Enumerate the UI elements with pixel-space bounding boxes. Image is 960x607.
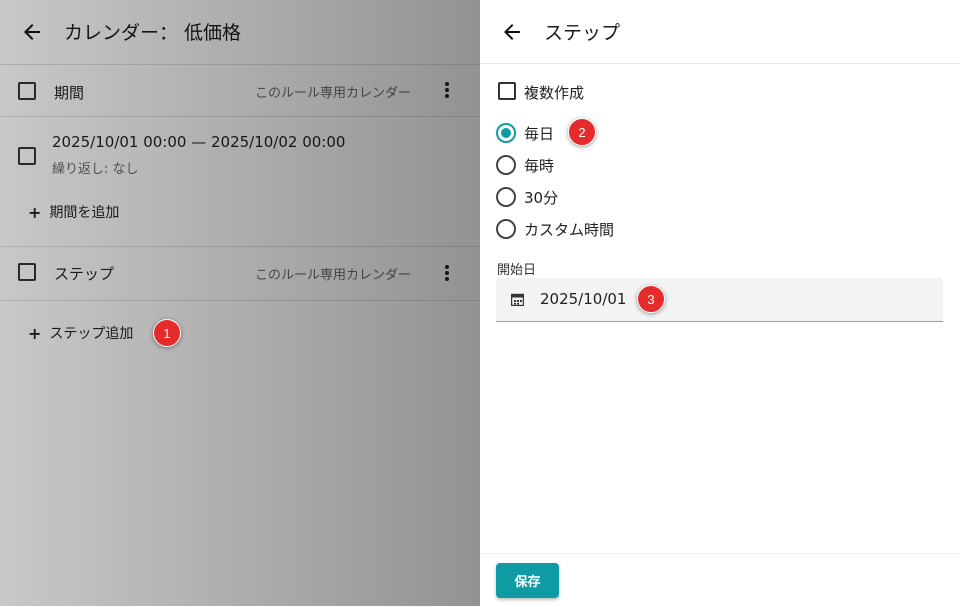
step-section-row: ステップ このルール専用カレンダー bbox=[0, 246, 480, 301]
add-period-link[interactable]: + 期間を追加 bbox=[28, 202, 119, 222]
radio-daily[interactable] bbox=[496, 123, 516, 143]
radio-hourly[interactable] bbox=[496, 155, 516, 175]
step-more-icon[interactable] bbox=[444, 264, 450, 282]
step-section-label: ステップ bbox=[54, 265, 115, 283]
period-entry-repeat: 繰り返し: なし bbox=[52, 162, 139, 177]
multi-create-label: 複数作成 bbox=[524, 84, 585, 102]
period-entry-checkbox[interactable] bbox=[18, 147, 36, 165]
period-scope-label: このルール専用カレンダー bbox=[255, 86, 412, 101]
radio-30min-label: 30分 bbox=[524, 189, 559, 207]
start-date-label: 開始日 bbox=[497, 263, 537, 278]
drawer-title: ステップ bbox=[544, 22, 621, 44]
add-period-label: 期間を追加 bbox=[49, 205, 120, 221]
plus-icon: + bbox=[28, 202, 42, 222]
annotation-badge-2: 2 bbox=[568, 118, 596, 146]
start-date-value: 2025/10/01 bbox=[540, 290, 627, 308]
period-section-row: 期間 このルール専用カレンダー bbox=[0, 65, 480, 117]
radio-custom-time-label: カスタム時間 bbox=[524, 221, 615, 239]
save-button[interactable]: 保存 bbox=[496, 563, 559, 598]
annotation-badge-1: 1 bbox=[153, 319, 181, 347]
back-arrow-icon[interactable] bbox=[20, 20, 44, 44]
period-more-icon[interactable] bbox=[444, 81, 450, 99]
add-step-label: ステップ追加 bbox=[49, 326, 134, 342]
back-arrow-icon[interactable] bbox=[500, 20, 524, 44]
step-drawer-header: ステップ bbox=[480, 0, 960, 64]
add-step-link[interactable]: + ステップ追加 bbox=[28, 323, 133, 343]
drawer-footer: 保存 bbox=[480, 553, 960, 607]
calendar-header: カレンダー： 低価格 bbox=[0, 0, 480, 65]
step-drawer: ステップ 複数作成 毎日 2 毎時 30分 カスタム時間 開始日 2025/10… bbox=[480, 0, 960, 606]
radio-daily-label: 毎日 bbox=[524, 125, 555, 143]
radio-hourly-label: 毎時 bbox=[524, 157, 555, 175]
step-scope-label: このルール専用カレンダー bbox=[255, 268, 412, 283]
start-date-field[interactable]: 2025/10/01 bbox=[496, 278, 943, 322]
multi-create-checkbox[interactable] bbox=[498, 82, 516, 100]
page-title: カレンダー： 低価格 bbox=[64, 22, 242, 44]
radio-custom-time[interactable] bbox=[496, 219, 516, 239]
calendar-panel: カレンダー： 低価格 期間 このルール専用カレンダー 2025/10/01 00… bbox=[0, 0, 480, 606]
period-section-label: 期間 bbox=[54, 84, 85, 102]
period-select-checkbox[interactable] bbox=[18, 82, 36, 100]
radio-30min[interactable] bbox=[496, 187, 516, 207]
calendar-icon bbox=[511, 293, 524, 306]
plus-icon: + bbox=[28, 323, 42, 343]
annotation-badge-3: 3 bbox=[637, 285, 665, 313]
period-entry-range[interactable]: 2025/10/01 00:00 — 2025/10/02 00:00 bbox=[52, 133, 345, 151]
step-select-checkbox[interactable] bbox=[18, 263, 36, 281]
